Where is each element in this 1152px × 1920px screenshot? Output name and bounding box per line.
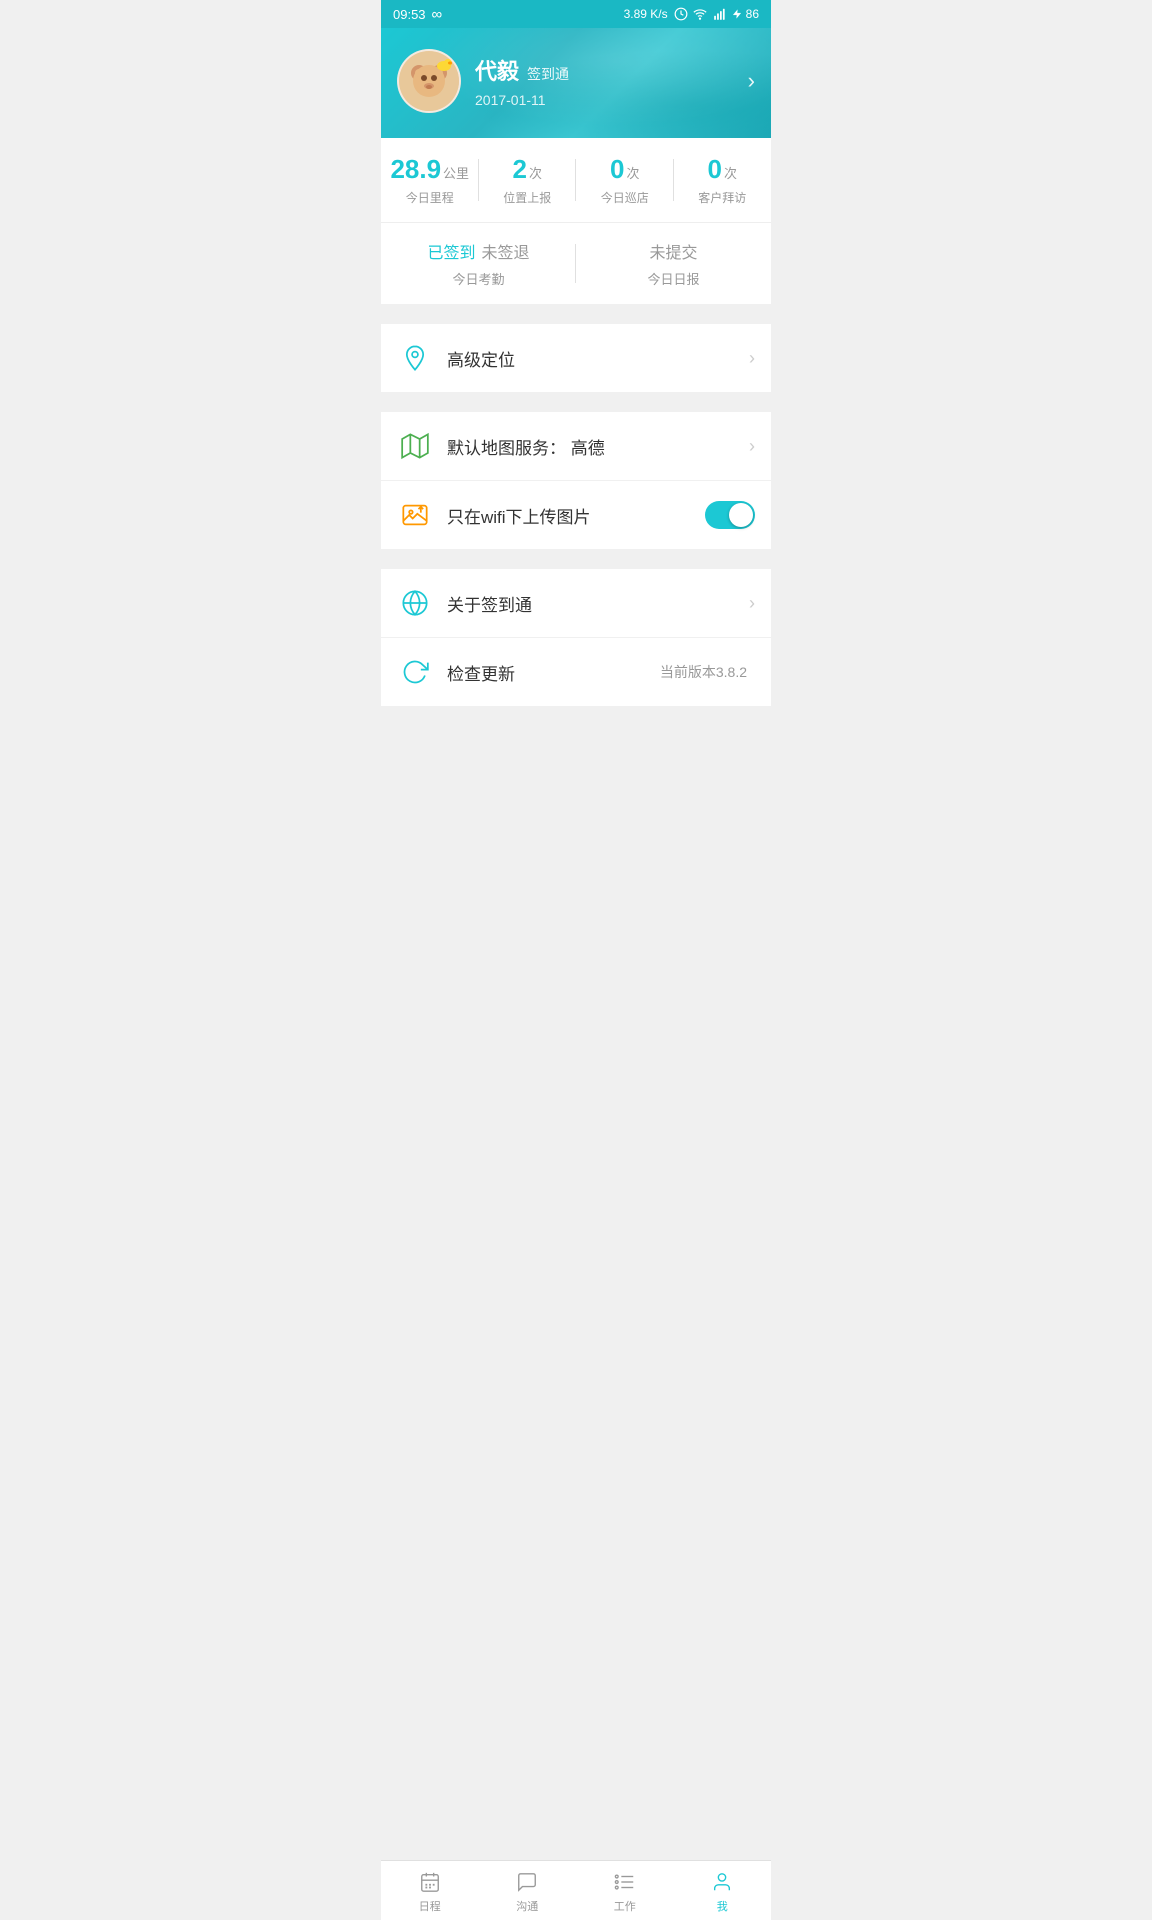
nav-chat-label: 沟通	[516, 1898, 538, 1914]
profile-info: 代毅 签到通 2017-01-11	[475, 54, 569, 108]
stat-mileage-unit: 公里	[443, 163, 469, 182]
attendance-daily-report: 未提交 今日日报	[576, 239, 771, 288]
header-banner[interactable]: 代毅 签到通 2017-01-11 ›	[381, 28, 771, 138]
battery-charging-icon	[732, 7, 742, 21]
status-bar: 09:53 ∞ 3.89 K/s	[381, 0, 771, 28]
nav-item-chat[interactable]: 沟通	[479, 1861, 577, 1920]
separator-2	[381, 402, 771, 412]
stat-mileage-label: 今日里程	[381, 189, 479, 206]
chat-icon	[515, 1868, 539, 1894]
status-speed: 3.89 K/s	[624, 7, 668, 21]
wifi-upload-toggle[interactable]	[705, 501, 755, 529]
separator-1	[381, 314, 771, 324]
profile-name: 代毅	[475, 54, 519, 86]
daily-report-label: 今日日报	[576, 269, 771, 288]
stats-section: 28.9 公里 今日里程 2 次 位置上报 0 次 今日巡店 0 次 客户拜访	[381, 138, 771, 223]
attendance-unsigned-status: 未签退	[482, 239, 530, 263]
stat-location-label: 位置上报	[479, 189, 577, 206]
menu-item-location[interactable]: 高级定位 ›	[381, 324, 771, 392]
person-icon	[710, 1868, 734, 1894]
status-time: 09:53	[393, 7, 426, 22]
separator-3	[381, 559, 771, 569]
menu-location-label: 高级定位	[447, 346, 749, 371]
avatar-image	[399, 51, 459, 111]
menu-item-map[interactable]: 默认地图服务： 高德 ›	[381, 412, 771, 481]
attendance-checkin: 已签到 未签退 今日考勤	[381, 239, 576, 288]
profile-chevron-icon[interactable]: ›	[748, 68, 755, 94]
bottom-nav: 日程 沟通 工作 我	[381, 1860, 771, 1920]
stat-store-unit: 次	[626, 163, 639, 182]
menu-section-about: 关于签到通 › 检查更新 当前版本3.8.2	[381, 569, 771, 706]
attendance-signed-status: 已签到	[427, 239, 475, 263]
stat-location-value: 2	[513, 154, 527, 185]
nav-item-work[interactable]: 工作	[576, 1861, 674, 1920]
stat-customer-label: 客户拜访	[674, 189, 772, 206]
refresh-icon	[397, 654, 433, 690]
clock-icon	[674, 7, 688, 21]
menu-map-chevron-icon: ›	[749, 436, 755, 457]
nav-me-label: 我	[717, 1898, 728, 1914]
attendance-section: 已签到 未签退 今日考勤 未提交 今日日报	[381, 223, 771, 304]
nav-schedule-label: 日程	[419, 1898, 441, 1914]
menu-section-location: 高级定位 ›	[381, 324, 771, 392]
signal-icon	[712, 7, 728, 21]
profile-section: 代毅 签到通 2017-01-11	[397, 49, 569, 113]
menu-about-chevron-icon: ›	[749, 593, 755, 614]
map-icon	[397, 428, 433, 464]
stat-location-unit: 次	[529, 163, 542, 182]
stat-store-label: 今日巡店	[576, 189, 674, 206]
stat-mileage-value: 28.9	[390, 154, 441, 185]
location-icon	[397, 340, 433, 376]
work-icon	[613, 1868, 637, 1894]
stat-store-visit: 0 次 今日巡店	[576, 154, 674, 206]
stat-customer-value: 0	[708, 154, 722, 185]
menu-update-version: 当前版本3.8.2	[660, 662, 747, 682]
menu-item-update[interactable]: 检查更新 当前版本3.8.2	[381, 638, 771, 706]
nav-item-schedule[interactable]: 日程	[381, 1861, 479, 1920]
avatar	[397, 49, 461, 113]
image-icon	[397, 497, 433, 533]
stat-customer-unit: 次	[724, 163, 737, 182]
calendar-icon	[418, 1868, 442, 1894]
stat-customer-visit: 0 次 客户拜访	[674, 154, 772, 206]
menu-item-wifi-upload[interactable]: 只在wifi下上传图片	[381, 481, 771, 549]
stat-location-report: 2 次 位置上报	[479, 154, 577, 206]
menu-section-map: 默认地图服务： 高德 › 只在wifi下上传图片	[381, 412, 771, 549]
nav-item-me[interactable]: 我	[674, 1861, 772, 1920]
daily-report-status: 未提交	[649, 239, 697, 263]
menu-location-chevron-icon: ›	[749, 348, 755, 369]
profile-date: 2017-01-11	[475, 92, 569, 108]
status-right-icons: 3.89 K/s	[624, 7, 759, 21]
attendance-checkin-label: 今日考勤	[381, 269, 576, 288]
stat-mileage: 28.9 公里 今日里程	[381, 154, 479, 206]
nav-work-label: 工作	[614, 1898, 636, 1914]
stat-store-value: 0	[610, 154, 624, 185]
wifi-icon	[692, 7, 708, 21]
profile-app-name: 签到通	[527, 64, 569, 84]
menu-map-label: 默认地图服务： 高德	[447, 434, 749, 459]
menu-about-label: 关于签到通	[447, 591, 749, 616]
infinity-icon: ∞	[432, 6, 443, 23]
menu-item-about[interactable]: 关于签到通 ›	[381, 569, 771, 638]
menu-wifi-upload-label: 只在wifi下上传图片	[447, 503, 705, 528]
globe-icon	[397, 585, 433, 621]
menu-update-label: 检查更新	[447, 660, 660, 685]
battery-level: 86	[746, 7, 759, 21]
